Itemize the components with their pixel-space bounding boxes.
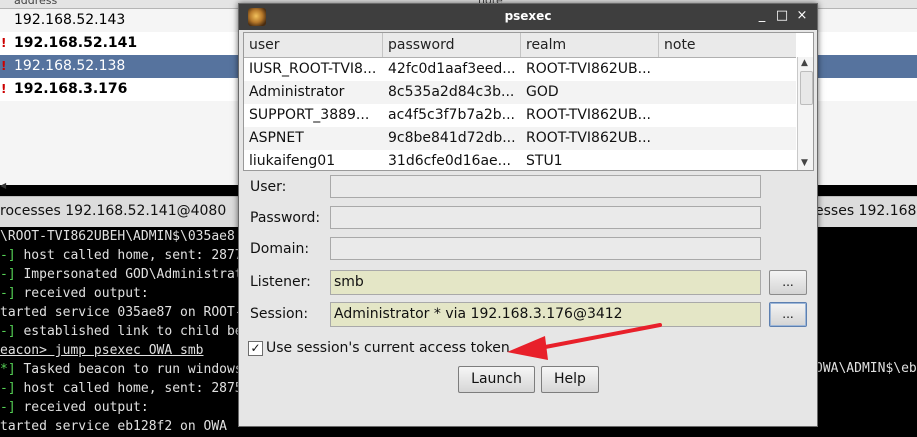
close-icon[interactable]: ×	[794, 8, 810, 24]
column-note[interactable]: note	[659, 33, 796, 57]
host-ip: 192.168.52.143	[14, 12, 126, 28]
column-realm[interactable]: realm	[521, 33, 659, 57]
dialog-title: psexec	[504, 9, 552, 23]
console-line: *] Tasked beacon to run windows/b	[0, 362, 259, 377]
session-browse-button[interactable]: ...	[769, 302, 807, 327]
console-line: -] Impersonated GOD\Administrato	[0, 267, 251, 282]
domain-field[interactable]	[330, 237, 761, 260]
console-line: -] host called home, sent: 287595	[0, 381, 259, 396]
credentials-table: user password realm note IUSR_ROOT-TVI8.…	[243, 32, 814, 171]
console-prompt-line: eacon> jump psexec OWA smb	[0, 343, 204, 358]
user-label: User:	[250, 179, 287, 195]
console-line: tarted service eb128f2 on OWA	[0, 419, 227, 434]
launch-button[interactable]: Launch	[458, 366, 535, 393]
credential-row[interactable]: Administrator 8c535a2d84c3b... GOD	[244, 81, 796, 104]
psexec-dialog: psexec _ □ × user password realm note IU…	[238, 3, 818, 427]
console-line: -] established link to child beaco	[0, 324, 267, 339]
tab-processes[interactable]: rocesses 192.168.52.141@4080	[0, 203, 226, 219]
access-token-label[interactable]: Use session's current access token	[266, 340, 510, 356]
column-address[interactable]: address	[14, 0, 57, 7]
credential-row[interactable]: IUSR_ROOT-TVI8... 42fc0d1aaf3eed... ROOT…	[244, 58, 796, 81]
maximize-icon[interactable]: □	[774, 8, 790, 24]
access-token-checkbox[interactable]: ✓	[248, 341, 263, 356]
session-label: Session:	[250, 306, 309, 322]
scroll-left-icon[interactable]: ◀	[0, 181, 6, 190]
tab-processes-2[interactable]: esses 192.168.	[815, 203, 917, 219]
column-password[interactable]: password	[383, 33, 521, 57]
host-ip: 192.168.3.176	[14, 81, 128, 97]
console-line: \ROOT-TVI862UBEH\ADMIN$\035ae8	[0, 229, 235, 244]
scroll-down-icon[interactable]: ▼	[801, 158, 808, 168]
user-field[interactable]	[330, 175, 761, 198]
host-ip: 192.168.52.138	[14, 58, 126, 74]
credentials-table-header: user password realm note	[244, 33, 796, 58]
credentials-scrollbar[interactable]: ▲ ▼	[797, 57, 813, 170]
credential-row[interactable]: SUPPORT_3889... ac4f5c3f7b7a2b... ROOT-T…	[244, 104, 796, 127]
listener-field[interactable]: smb	[330, 270, 761, 295]
credential-row[interactable]: liukaifeng01 31d6cfe0d16ae... STU1	[244, 150, 796, 170]
host-ip: 192.168.52.141	[14, 35, 138, 51]
minimize-icon[interactable]: _	[754, 8, 770, 24]
console-line: -] received output:	[0, 286, 149, 301]
listener-label: Listener:	[250, 274, 311, 290]
console-line-tail: OWA\ADMIN$\eb	[815, 361, 917, 376]
console-line: -] received output:	[0, 400, 149, 415]
host-status-marker: !	[1, 82, 7, 96]
console-line: tarted service 035ae87 on ROOT-TV	[0, 305, 259, 320]
scroll-thumb[interactable]	[800, 71, 813, 105]
scroll-up-icon[interactable]: ▲	[801, 58, 808, 68]
session-field[interactable]: Administrator * via 192.168.3.176@3412	[330, 302, 761, 327]
listener-browse-button[interactable]: ...	[769, 270, 807, 295]
column-user[interactable]: user	[244, 33, 383, 57]
domain-label: Domain:	[250, 241, 310, 257]
password-label: Password:	[250, 210, 321, 226]
host-status-marker: !	[1, 59, 7, 73]
host-status-marker: !	[1, 36, 7, 50]
console-line: -] host called home, sent: 287701	[0, 248, 259, 263]
password-field[interactable]	[330, 206, 761, 229]
credential-row[interactable]: ASPNET 9c8be841d72db... ROOT-TVI862UB...	[244, 127, 796, 150]
dialog-titlebar[interactable]: psexec _ □ ×	[239, 4, 817, 30]
help-button[interactable]: Help	[541, 366, 599, 393]
